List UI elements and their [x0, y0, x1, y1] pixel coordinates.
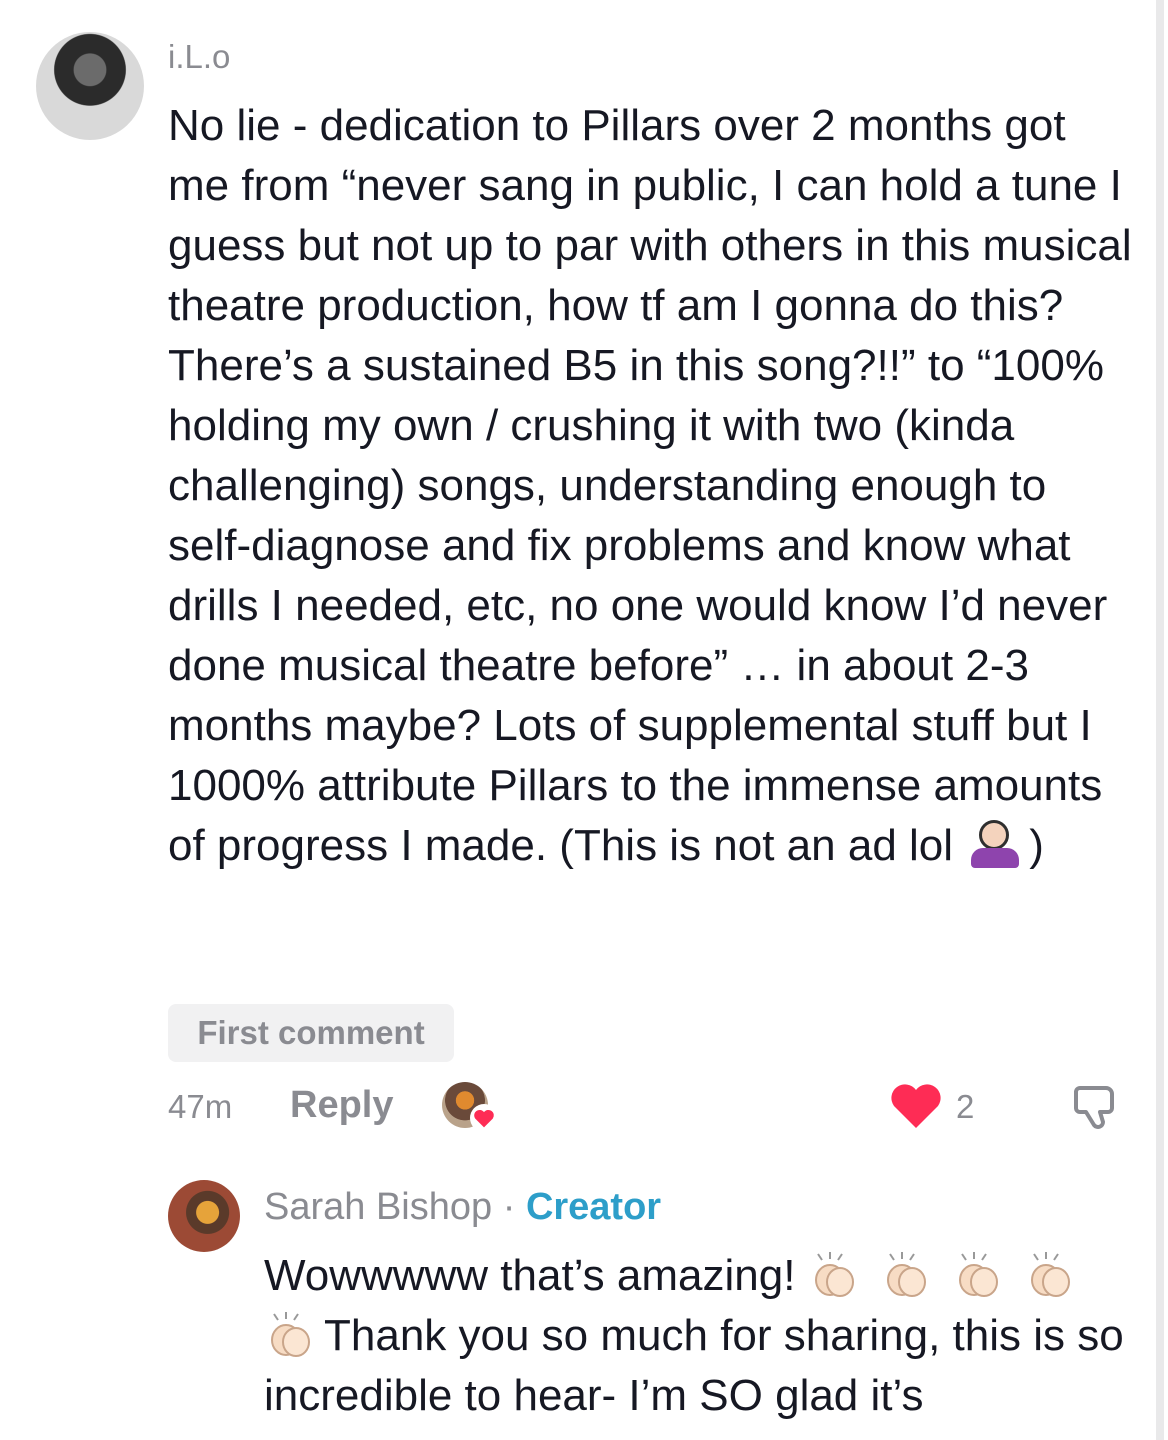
- reply-text-line2: Thank you so much for sharing, this is s…: [264, 1311, 1124, 1420]
- clapping-hands-icon: [264, 1312, 318, 1358]
- creator-label: Creator: [525, 1186, 662, 1228]
- dislike-icon[interactable]: [1066, 1080, 1124, 1132]
- mini-heart-icon: [470, 1104, 498, 1132]
- comment-body: No lie - dedication to Pillars over 2 mo…: [168, 101, 1132, 870]
- comment-text: No lie - dedication to Pillars over 2 mo…: [168, 96, 1138, 876]
- clapping-hands-icon: [1024, 1252, 1078, 1298]
- creator-liked-indicator: [442, 1082, 498, 1134]
- comment-username[interactable]: i.L.o: [168, 38, 230, 76]
- comment-timestamp: 47m: [168, 1088, 233, 1125]
- scrollbar[interactable]: [1156, 0, 1164, 1440]
- commenter-avatar[interactable]: [36, 32, 144, 140]
- heart-like-icon[interactable]: [888, 1080, 944, 1132]
- person-tipping-hand-emoji-icon: [969, 820, 1025, 868]
- clapping-hands-icon: [952, 1252, 1006, 1298]
- author-separator: ·: [502, 1186, 516, 1228]
- first-comment-badge: First comment: [168, 1004, 454, 1062]
- reply-button[interactable]: Reply: [290, 1084, 393, 1127]
- reply-author-name[interactable]: Sarah Bishop: [264, 1186, 492, 1228]
- clapping-hands-icon: [808, 1252, 862, 1298]
- reply-text: Wowwwww that’s amazing! Thank you so muc…: [264, 1246, 1144, 1426]
- creator-avatar[interactable]: [168, 1180, 240, 1252]
- reply-author-line: Sarah Bishop · Creator: [264, 1186, 661, 1229]
- clapping-hands-icon: [880, 1252, 934, 1298]
- like-count: 2: [956, 1088, 975, 1125]
- reply-text-line1: Wowwwww that’s amazing!: [264, 1251, 796, 1300]
- comment-body-end: ): [1029, 821, 1044, 870]
